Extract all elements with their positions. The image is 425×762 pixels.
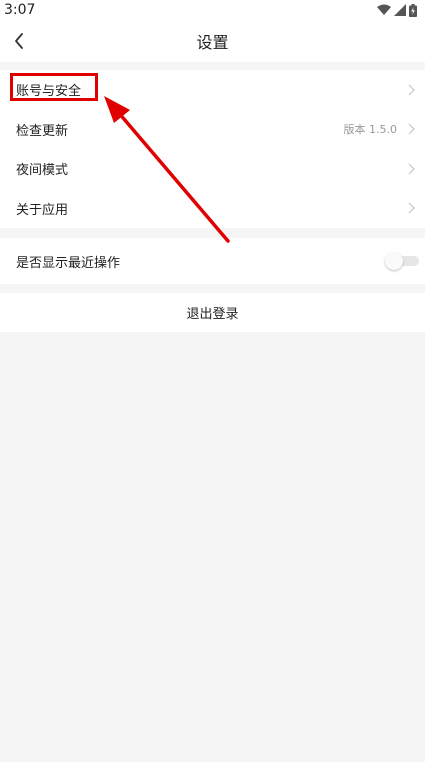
row-recent-actions: 是否显示最近操作	[0, 238, 425, 284]
logout-button[interactable]: 退出登录	[0, 293, 425, 332]
row-about-app[interactable]: 关于应用	[0, 189, 425, 229]
status-time: 3:07	[4, 2, 36, 18]
back-button[interactable]	[4, 26, 34, 56]
night-mode-label: 夜间模式	[16, 163, 69, 179]
chevron-left-icon	[15, 33, 23, 49]
recent-actions-toggle[interactable]	[385, 252, 419, 270]
chevron-right-icon	[408, 163, 415, 175]
annotation-highlight-box	[10, 73, 98, 101]
version-value: 版本 1.5.0	[343, 123, 398, 137]
chevron-right-icon	[408, 123, 415, 135]
row-check-update[interactable]: 检查更新 版本 1.5.0	[0, 110, 425, 150]
check-update-label: 检查更新	[16, 123, 69, 139]
status-icons	[377, 3, 417, 17]
page-title: 设置	[196, 33, 229, 52]
signal-icon	[394, 4, 406, 16]
wifi-icon	[377, 4, 391, 15]
about-app-label: 关于应用	[16, 202, 69, 218]
nav-bar: 设置	[0, 20, 425, 62]
recent-actions-label: 是否显示最近操作	[16, 255, 121, 271]
chevron-right-icon	[408, 84, 415, 96]
settings-group-display: 是否显示最近操作	[0, 238, 425, 284]
battery-icon	[409, 3, 417, 17]
row-night-mode[interactable]: 夜间模式	[0, 149, 425, 189]
toggle-knob	[385, 252, 403, 270]
status-bar: 3:07	[0, 0, 425, 20]
chevron-right-icon	[408, 202, 415, 214]
settings-group-logout: 退出登录	[0, 293, 425, 332]
